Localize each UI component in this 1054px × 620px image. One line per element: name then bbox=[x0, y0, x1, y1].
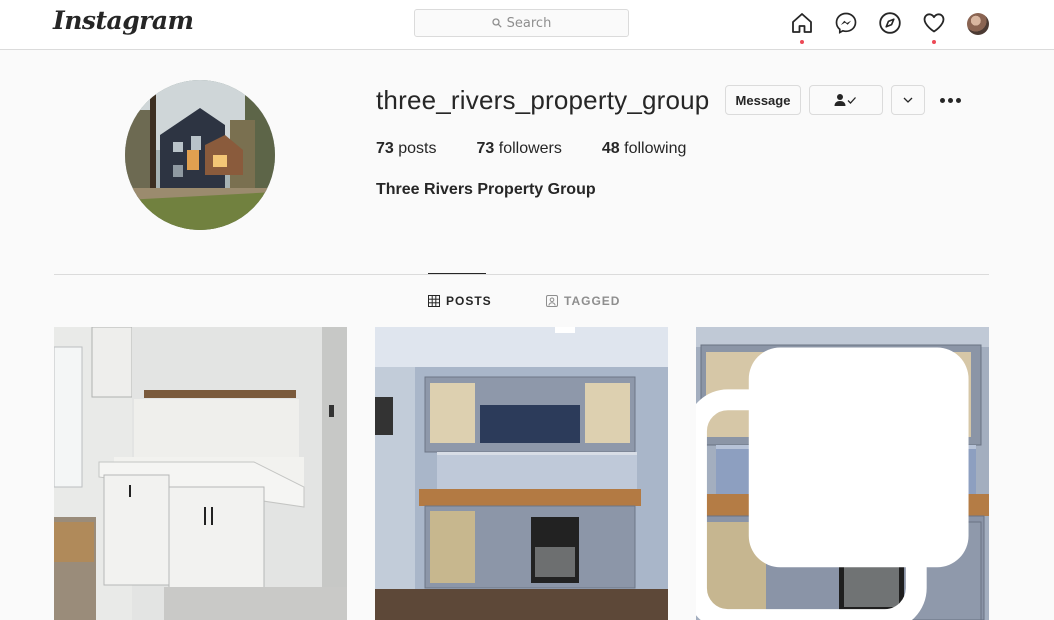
active-tab-indicator bbox=[428, 273, 486, 274]
post-thumbnail[interactable] bbox=[54, 327, 347, 620]
posts-count-label: posts bbox=[398, 140, 437, 157]
activity-notification-dot bbox=[932, 40, 936, 44]
following-count-label: following bbox=[624, 140, 687, 157]
followers-link[interactable]: 73 followers bbox=[477, 140, 562, 158]
following-button[interactable] bbox=[809, 85, 883, 115]
followers-count-value: 73 bbox=[476, 140, 495, 157]
home-icon bbox=[792, 13, 812, 33]
bar-cabinet-photo bbox=[375, 327, 668, 620]
home-notification-dot bbox=[800, 40, 804, 44]
profile-full-name: Three Rivers Property Group bbox=[376, 181, 596, 198]
tabs-divider bbox=[54, 274, 989, 275]
message-button[interactable]: Message bbox=[725, 85, 801, 115]
post-thumbnail[interactable] bbox=[696, 327, 989, 620]
tagged-person-icon bbox=[546, 295, 558, 307]
search-icon bbox=[492, 18, 502, 28]
profile-avatar-button[interactable] bbox=[967, 13, 989, 35]
more-dot-icon bbox=[939, 97, 945, 103]
multiple-photos-icon bbox=[696, 347, 969, 620]
post-thumbnail[interactable] bbox=[375, 327, 668, 620]
profile-stats: 73 posts 73 followers 48 following bbox=[376, 140, 726, 158]
chevron-down-icon bbox=[903, 97, 913, 103]
explore-icon bbox=[879, 12, 901, 34]
profile-picture[interactable] bbox=[125, 80, 275, 230]
suggestions-dropdown-button[interactable] bbox=[891, 85, 925, 115]
more-dot-icon bbox=[947, 97, 953, 103]
profile-username: three_rivers_property_group bbox=[376, 85, 710, 115]
tab-posts[interactable]: POSTS bbox=[428, 294, 492, 308]
top-navigation-bar: Instagram Search bbox=[0, 0, 1054, 50]
activity-button[interactable] bbox=[921, 10, 947, 36]
heart-icon bbox=[923, 13, 945, 33]
more-dot-icon bbox=[955, 97, 961, 103]
messenger-icon bbox=[835, 12, 857, 34]
grid-icon bbox=[428, 295, 440, 307]
instagram-logo[interactable]: Instagram bbox=[53, 6, 194, 35]
search-input[interactable]: Search bbox=[414, 9, 629, 37]
tab-tagged-label: TAGGED bbox=[564, 294, 621, 308]
explore-button[interactable] bbox=[877, 10, 903, 36]
home-button[interactable] bbox=[789, 10, 815, 36]
following-count-value: 48 bbox=[601, 140, 620, 157]
house-photo bbox=[125, 80, 275, 230]
messenger-button[interactable] bbox=[833, 10, 859, 36]
tab-posts-label: POSTS bbox=[446, 294, 492, 308]
search-placeholder: Search bbox=[506, 15, 552, 31]
following-link[interactable]: 48 following bbox=[602, 140, 687, 158]
posts-count: 73 posts bbox=[376, 140, 437, 158]
person-check-icon bbox=[834, 94, 856, 106]
tab-tagged[interactable]: TAGGED bbox=[546, 294, 620, 308]
posts-count-value: 73 bbox=[376, 140, 394, 157]
options-button[interactable] bbox=[938, 91, 962, 109]
kitchen-photo bbox=[54, 327, 347, 620]
followers-count-label: followers bbox=[498, 140, 562, 157]
